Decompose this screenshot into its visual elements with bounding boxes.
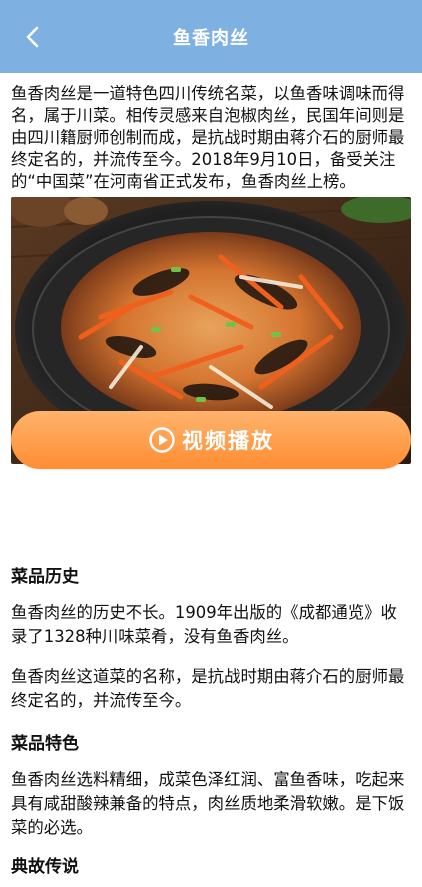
section-heading: 菜品历史 (11, 567, 79, 587)
play-video-label: 视频播放 (182, 429, 274, 453)
top-app-bar: 鱼香肉丝 (0, 0, 422, 73)
section-heading: 典故传说 (11, 857, 79, 877)
chevron-left-icon (26, 26, 39, 48)
section-paragraph: 鱼香肉丝的历史不长。1909年出版的《成都通览》收录了1328种川味菜肴，没有鱼… (11, 603, 397, 646)
section-paragraph: 鱼香肉丝选料精细，成菜色泽红润、富鱼香味，吃起来具有咸甜酸辣兼备的特点，肉丝质地… (11, 770, 405, 837)
page-title: 鱼香肉丝 (173, 27, 249, 49)
section-legend: 典故传说 (11, 852, 411, 877)
section-history: 菜品历史 鱼香肉丝的历史不长。1909年出版的《成都通览》收录了1328种川味菜… (11, 562, 411, 713)
section-features: 菜品特色 鱼香肉丝选料精细，成菜色泽红润、富鱼香味，吃起来具有咸甜酸辣兼备的特点… (11, 729, 411, 840)
intro-text: 鱼香肉丝是一道特色四川传统名菜，以鱼香味调味而得名，属于川菜。相传灵感来自泡椒肉… (11, 84, 405, 191)
main-content: 鱼香肉丝是一道特色四川传统名菜，以鱼香味调味而得名，属于川菜。相传灵感来自泡椒肉… (0, 73, 422, 464)
back-button[interactable] (18, 22, 48, 52)
section-heading: 菜品特色 (11, 734, 79, 754)
play-circle-icon (149, 427, 175, 453)
section-paragraph: 鱼香肉丝这道菜的名称，是抗战时期由蒋介石的厨师最终定名的，并流传至今。 (11, 667, 405, 710)
play-video-button[interactable]: 视频播放 (11, 411, 411, 469)
